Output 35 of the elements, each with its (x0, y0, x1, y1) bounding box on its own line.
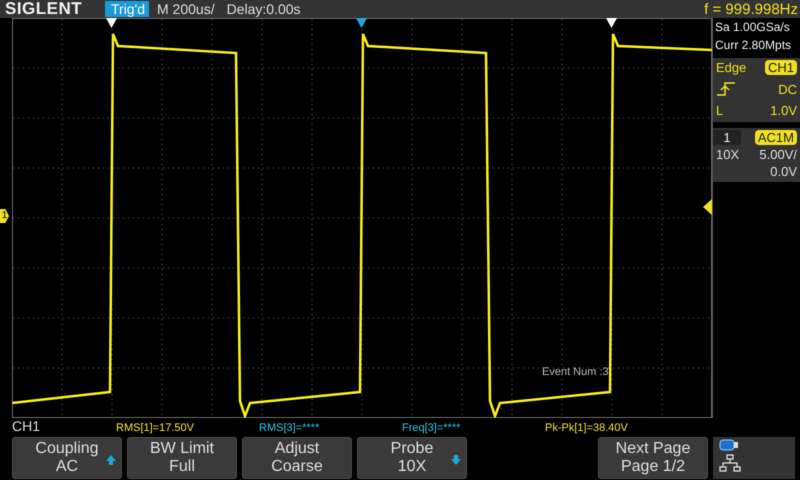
delay-readout: Delay:0.00s (226, 1, 301, 17)
trigger-type: Edge (716, 60, 746, 75)
rising-edge-icon (716, 81, 736, 97)
soft-key[interactable]: BW Limit Full (127, 437, 237, 479)
timebase-readout: M 200us/ (157, 1, 215, 17)
channel-offset: 0.0V (770, 164, 797, 179)
brand-logo: SIGLENT (4, 0, 84, 19)
event-count: Event Num :3 (542, 366, 609, 378)
trigger-coupling: DC (778, 82, 797, 96)
vertical-scale: 5.00V/ (759, 147, 797, 162)
measurement-readout: RMS[3]=**** (259, 422, 320, 434)
frequency-readout: f = 999.998Hz (704, 0, 799, 18)
trigger-status: Trig'd (105, 1, 149, 17)
memory-depth: Curr 2.80Mpts (714, 37, 792, 54)
soft-key[interactable]: Coupling AC (12, 437, 122, 479)
sample-rate: Sa 1.00GSa/s (714, 19, 791, 36)
up-arrow-icon (105, 454, 117, 466)
down-arrow-icon (450, 454, 462, 466)
measurement-readout: Pk-Pk[1]=38.40V (545, 422, 629, 434)
usb-drive-icon (719, 439, 739, 451)
trigger-level-label: L (716, 103, 724, 118)
channel-marker: 1 (0, 209, 9, 223)
soft-key[interactable]: Probe 10X (357, 437, 467, 479)
next-page-key[interactable]: Next Page Page 1/2 (598, 437, 708, 479)
channel-number: 1 (713, 130, 741, 145)
measurement-readout: Freq[3]=**** (402, 422, 462, 434)
trigger-source: CH1 (764, 60, 797, 75)
channel-coupling: AC1M (754, 130, 797, 145)
trigger-level: 1.0V (770, 103, 797, 118)
measurement-channel: CH1 (11, 418, 42, 434)
trigger-level-marker-icon (703, 199, 712, 215)
network-icon (719, 454, 741, 472)
probe-ratio: 10X (716, 147, 740, 162)
soft-key[interactable]: Adjust Coarse (242, 437, 352, 479)
measurement-readout: RMS[1]=17.50V (116, 422, 195, 434)
